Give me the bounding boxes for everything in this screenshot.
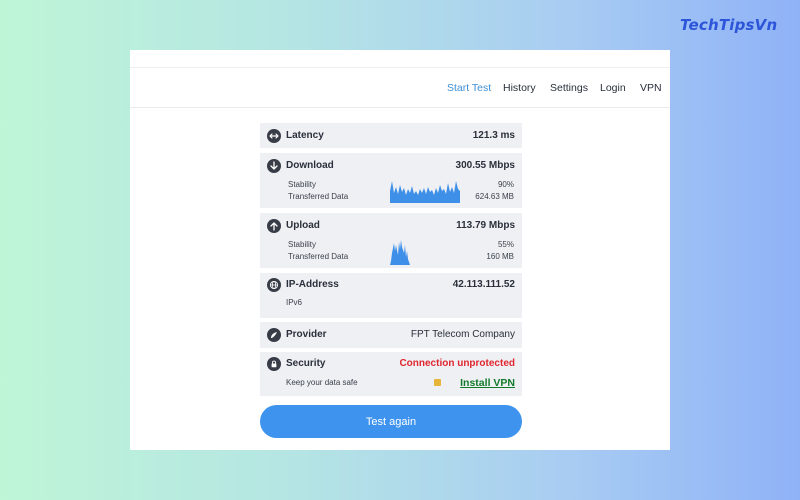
- download-transferred-label: Transferred Data: [288, 192, 349, 201]
- security-subtext: Keep your data safe: [286, 378, 358, 387]
- upload-value: 113.79 Mbps: [456, 220, 515, 231]
- download-stability-label: Stability: [288, 180, 317, 189]
- arrows-horizontal-icon: [267, 129, 281, 143]
- download-transferred-value: 624.63 MB: [475, 192, 514, 201]
- nav-start-test[interactable]: Start Test: [447, 82, 491, 94]
- download-value: 300.55 Mbps: [455, 160, 515, 171]
- arrow-up-icon: [267, 219, 281, 233]
- padlock-emoji-icon: [434, 379, 441, 386]
- ip-address-label: IP-Address: [286, 279, 339, 290]
- upload-stability-value: 55%: [497, 240, 514, 249]
- provider-icon: [267, 328, 281, 342]
- navbar: Start Test History Settings Login VPN: [130, 68, 670, 108]
- latency-value: 121.3 ms: [472, 130, 515, 141]
- ip-address-value: 42.113.111.52: [452, 279, 515, 290]
- globe-icon: [267, 278, 281, 292]
- upload-label: Upload: [286, 220, 320, 231]
- ip-address-card: IP-Address 42.113.111.52 IPv6: [260, 273, 522, 318]
- download-label: Download: [286, 160, 334, 171]
- download-speed-graph: [390, 181, 460, 203]
- speedtest-panel: Start Test History Settings Login VPN La…: [130, 50, 670, 450]
- security-card: Security Connection unprotected Keep you…: [260, 352, 522, 396]
- provider-card: Provider FPT Telecom Company: [260, 322, 522, 348]
- test-again-button[interactable]: Test again: [260, 405, 522, 438]
- download-stability-value: 90%: [497, 180, 514, 189]
- provider-label: Provider: [286, 329, 327, 340]
- provider-value: FPT Telecom Company: [410, 329, 515, 340]
- upload-speed-graph: [390, 240, 410, 265]
- download-card: Download 300.55 Mbps Stability 90% Trans…: [260, 153, 522, 208]
- ip-version: IPv6: [286, 298, 303, 307]
- nav-login[interactable]: Login: [600, 82, 626, 94]
- upload-card: Upload 113.79 Mbps Stability 55% Transfe…: [260, 213, 522, 268]
- lock-icon: [267, 357, 281, 371]
- brand-logo: TechTipsVn: [680, 16, 778, 34]
- security-status: Connection unprotected: [399, 358, 515, 369]
- latency-card: Latency 121.3 ms: [260, 123, 522, 148]
- nav-settings[interactable]: Settings: [550, 82, 588, 94]
- latency-label: Latency: [286, 130, 324, 141]
- upload-stability-label: Stability: [288, 240, 317, 249]
- nav-vpn[interactable]: VPN: [640, 82, 662, 94]
- install-vpn-link[interactable]: Install VPN: [460, 377, 515, 389]
- security-label: Security: [286, 358, 326, 369]
- nav-history[interactable]: History: [503, 82, 536, 94]
- upload-transferred-value: 160 MB: [486, 252, 514, 261]
- arrow-down-icon: [267, 159, 281, 173]
- upload-transferred-label: Transferred Data: [288, 252, 349, 261]
